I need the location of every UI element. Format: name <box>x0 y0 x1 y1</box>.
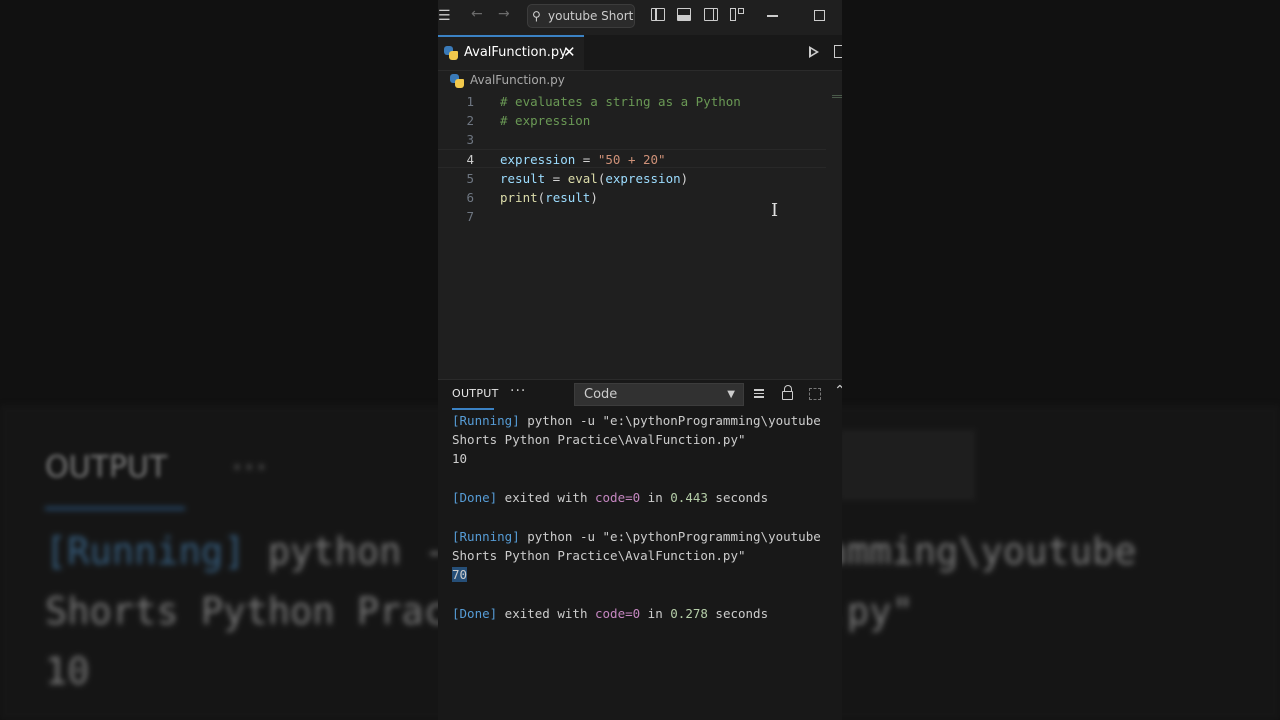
output-line: [Done] exited with code=0 in 0.278 secon… <box>452 606 769 621</box>
output-line: Shorts Python Practice\AvalFunction.py" <box>452 548 746 563</box>
toggle-secondary-sidebar-icon[interactable] <box>704 8 718 21</box>
output-line: [Running] python -u "e:\pythonProgrammin… <box>452 529 821 544</box>
output-line: 10 <box>452 451 468 466</box>
editor-window: ☰ ← → ⚲ youtube Short... AvalFunction.py… <box>438 0 842 720</box>
code-line: 1 # evaluates a string as a Python <box>438 92 842 111</box>
code-text: # evaluates a string as a Python <box>500 94 741 109</box>
tab-avalfunction-py[interactable]: AvalFunction.py ✕ <box>438 35 584 70</box>
active-tab-indicator <box>452 408 494 410</box>
background-tab-underline <box>45 507 185 510</box>
output-line: [Done] exited with code=0 in 0.443 secon… <box>452 490 769 505</box>
python-file-icon <box>444 46 458 60</box>
code-text: result = eval(expression) <box>500 171 689 186</box>
tab-label: AvalFunction.py <box>464 45 567 60</box>
breadcrumb-file[interactable]: AvalFunction.py <box>470 73 565 87</box>
tab-output[interactable]: OUTPUT <box>452 387 499 400</box>
clear-output-icon[interactable] <box>754 389 768 399</box>
split-editor-icon[interactable] <box>834 45 842 58</box>
selected-text: 70 <box>452 567 468 582</box>
output-line: 70 <box>452 565 468 584</box>
menu-icon[interactable]: ☰ <box>438 8 451 24</box>
line-number: 7 <box>466 209 474 224</box>
output-channel-select[interactable]: Code ▼ <box>574 383 744 406</box>
maximize-icon[interactable] <box>814 10 825 21</box>
forward-arrow-icon[interactable]: → <box>498 6 510 22</box>
dropdown-value: Code <box>584 387 618 402</box>
search-icon: ⚲ <box>532 9 541 23</box>
background-dropdown <box>840 430 975 500</box>
line-number: 5 <box>466 171 474 186</box>
line-number: 6 <box>466 190 474 205</box>
code-line-current: 4 expression = "50 + 20" <box>438 149 826 168</box>
code-line: 3 <box>438 130 842 149</box>
minimize-icon[interactable] <box>767 15 778 17</box>
search-text: youtube Short... <box>548 9 634 23</box>
editor-tab-bar: AvalFunction.py ✕ <box>438 35 842 71</box>
background-more-dots: ··· <box>232 448 269 486</box>
background-output-label: OUTPUT <box>45 450 168 485</box>
back-arrow-icon[interactable]: ← <box>471 6 483 22</box>
code-text: # expression <box>500 113 591 128</box>
customize-layout-icon[interactable] <box>730 8 744 21</box>
code-text: expression = "50 + 20" <box>500 152 666 167</box>
line-number: 1 <box>466 94 474 109</box>
title-bar: ☰ ← → ⚲ youtube Short... <box>438 0 842 32</box>
more-actions-icon[interactable]: ··· <box>510 383 526 399</box>
python-file-icon <box>450 74 464 88</box>
code-line: 6 print(result) <box>438 188 842 207</box>
line-number: 2 <box>466 113 474 128</box>
open-output-editor-icon[interactable] <box>809 388 821 400</box>
chevron-down-icon: ▼ <box>727 389 735 400</box>
run-icon[interactable] <box>809 46 819 58</box>
toggle-panel-icon[interactable] <box>677 8 691 21</box>
close-icon[interactable]: ✕ <box>563 43 576 61</box>
line-number: 3 <box>466 132 474 147</box>
code-line: 7 <box>438 207 842 226</box>
text-cursor-icon: I <box>771 200 779 221</box>
code-editor[interactable]: 1 # evaluates a string as a Python 2 # e… <box>438 92 842 377</box>
output-line: [Running] python -u "e:\pythonProgrammin… <box>452 413 821 428</box>
line-number: 4 <box>466 152 474 167</box>
maximize-panel-icon[interactable]: ⌃ <box>834 383 842 399</box>
code-line: 2 # expression <box>438 111 842 130</box>
command-center-search[interactable]: ⚲ youtube Short... <box>527 4 635 28</box>
code-line: 5 result = eval(expression) <box>438 169 842 188</box>
output-panel: OUTPUT ··· Code ▼ ⌃ [Running] python -u … <box>438 379 842 720</box>
output-line: Shorts Python Practice\AvalFunction.py" <box>452 432 746 447</box>
toggle-sidebar-icon[interactable] <box>651 8 665 21</box>
code-text: print(result) <box>500 190 598 205</box>
lock-scroll-icon[interactable] <box>782 385 793 400</box>
background-output-line: 10 <box>45 650 90 693</box>
